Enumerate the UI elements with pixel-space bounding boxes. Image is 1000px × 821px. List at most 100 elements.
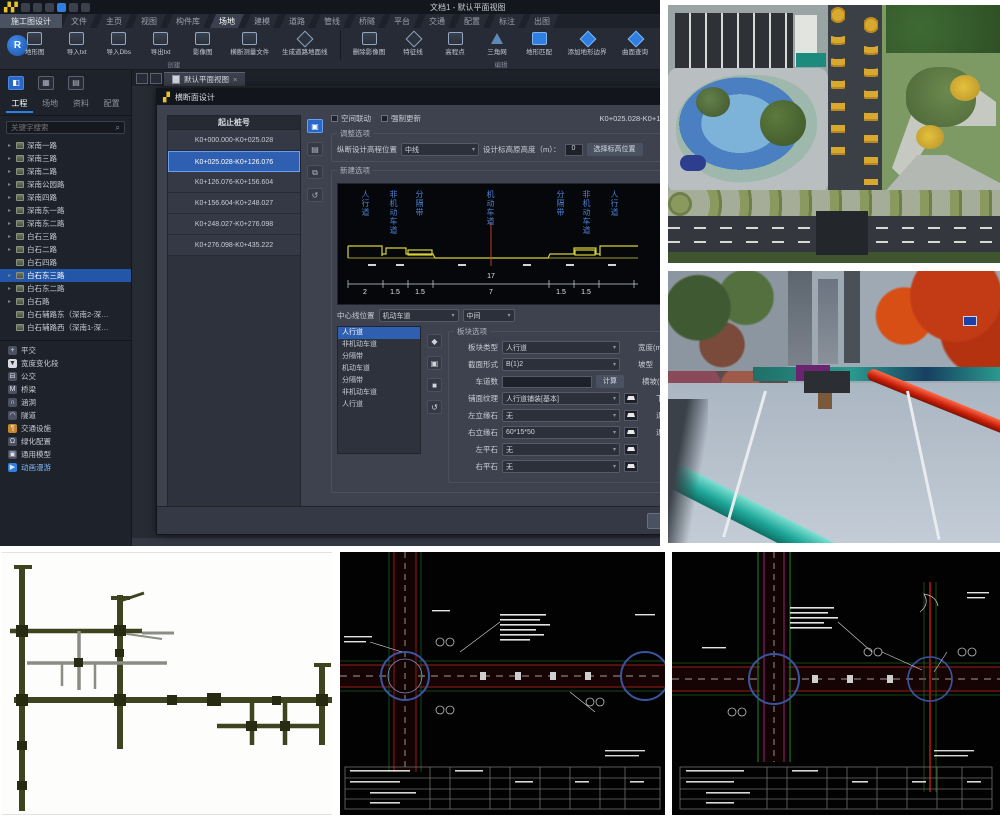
picture-icon[interactable]: ▣ (427, 356, 442, 370)
ok-button[interactable]: 确定 (647, 513, 660, 529)
ribbon-tab-traffic[interactable]: 交通 (420, 14, 454, 28)
dialog-title-bar[interactable]: ▞ 横断面设计 (157, 89, 660, 105)
design-height-input[interactable]: 0 (565, 144, 583, 156)
space-link-checkbox[interactable]: 空间联动 (331, 113, 371, 124)
redo-icon[interactable] (81, 3, 90, 12)
elevation-point-button[interactable]: 高程点 (434, 30, 476, 56)
tree-item[interactable]: ▸白石路 (0, 295, 131, 308)
tree-item[interactable]: ▸深南一路 (0, 139, 131, 152)
segment-item[interactable]: 分隔带 (338, 375, 420, 387)
tree-item[interactable]: ▸白石三路 (0, 230, 131, 243)
close-icon[interactable]: × (233, 75, 237, 84)
tree-item[interactable]: 白石辅路西（深南1-深… (0, 321, 131, 334)
tree-item[interactable]: 白石四路 (0, 256, 131, 269)
pick-height-button[interactable]: 选择标高位置 (587, 143, 643, 156)
section-form-select[interactable]: B(1)2▾ (502, 358, 620, 371)
left-curb-select[interactable]: 无▾ (502, 409, 620, 422)
table-mode-icon[interactable]: ▤ (307, 142, 323, 156)
feature-line-button[interactable]: 特征线 (392, 30, 434, 56)
cross-survey-file-button[interactable]: 横断测量文件 (224, 30, 276, 56)
generate-ground-line-button[interactable]: 生成道路地面线 (276, 30, 334, 56)
tree-item[interactable]: ▸白石东二路 (0, 282, 131, 295)
panel-layers-icon[interactable]: ▦ (38, 76, 54, 90)
tree-item[interactable]: ▸深南东一路 (0, 204, 131, 217)
ribbon-tab-output[interactable]: 出图 (525, 14, 559, 28)
panel-grid-icon[interactable]: ▤ (68, 76, 84, 90)
segment-item[interactable]: 人行道 (338, 399, 420, 411)
undo-icon[interactable] (69, 3, 78, 12)
refresh-icon[interactable]: ↺ (307, 188, 323, 202)
import-txt-button[interactable]: 导入txt (56, 30, 98, 56)
segment-item[interactable]: 非机动车道 (338, 387, 420, 399)
station-row[interactable]: K0+156.604-K0+248.027 (168, 193, 300, 214)
block-type-select[interactable]: 人行道▾ (502, 341, 620, 354)
tin-button[interactable]: 三角网 (476, 30, 518, 56)
right-curb-select[interactable]: 60*15*50▾ (502, 426, 620, 439)
module-traffic-facility[interactable]: ¶交通设施 (0, 422, 131, 435)
tree-item[interactable]: ▸深南三路 (0, 152, 131, 165)
reset-icon[interactable]: ↺ (427, 400, 442, 414)
texture-swatch[interactable] (624, 393, 638, 404)
open-icon[interactable] (33, 3, 42, 12)
add-segment-icon[interactable]: ◆ (427, 334, 442, 348)
tree-item[interactable]: 白石辅路东（深南2-深… (0, 308, 131, 321)
station-row[interactable]: K0+126.076-K0+156.604 (168, 172, 300, 193)
stone-swatch[interactable] (624, 461, 638, 472)
station-row[interactable]: K0+276.098-K0+435.222 (168, 235, 300, 256)
app-round-button[interactable]: R (0, 28, 10, 69)
cross-section-preview[interactable]: 人行道 非机动车道 分隔带 机动车道 分隔带 非机动车道 人行道 (337, 183, 660, 305)
surface-query-button[interactable]: 曲面查询 (614, 30, 656, 56)
ribbon-tab-annotation[interactable]: 标注 (490, 14, 524, 28)
ribbon-tab-platform[interactable]: 平台 (385, 14, 419, 28)
sidebar-tab-data[interactable]: 资料 (68, 96, 95, 113)
ribbon-tab-modeling[interactable]: 建模 (245, 14, 279, 28)
module-bridge[interactable]: M桥梁 (0, 383, 131, 396)
pavement-texture-select[interactable]: 人行道铺装[基本]▾ (502, 392, 620, 405)
image-map-button[interactable]: 影像图 (182, 30, 224, 56)
tree-item-selected[interactable]: ▸白石东三路 (0, 269, 131, 282)
export-txt-button[interactable]: 导出txt (140, 30, 182, 56)
module-intersection[interactable]: +平交 (0, 344, 131, 357)
module-tunnel[interactable]: ◠隧道 (0, 409, 131, 422)
import-dbs-button[interactable]: 导入Dbs (98, 30, 140, 56)
search-input[interactable] (11, 123, 116, 132)
ribbon-tab-home[interactable]: 主页 (97, 14, 131, 28)
view-tab-default-plan[interactable]: 默认平面视图 × (164, 72, 245, 86)
ribbon-tab-bridge[interactable]: 桥隧 (350, 14, 384, 28)
station-row[interactable]: K0+000.000-K0+025.028 (168, 130, 300, 151)
station-row-selected[interactable]: K0+025.028-K0+126.076 (168, 151, 300, 172)
segment-item[interactable]: 非机动车道 (338, 339, 420, 351)
delete-segment-icon[interactable]: ■ (427, 378, 442, 392)
terrain-match-button[interactable]: 地形匹配 (518, 30, 560, 56)
ribbon-tab-pipeline[interactable]: 管线 (315, 14, 349, 28)
segment-item-selected[interactable]: 人行道 (338, 327, 420, 339)
centerline-lane-select[interactable]: 机动车道▾ (379, 309, 459, 322)
module-bus[interactable]: ⊟公交 (0, 370, 131, 383)
stone-swatch[interactable] (624, 444, 638, 455)
copy-icon[interactable]: ⧉ (307, 165, 323, 179)
sidebar-tab-project[interactable]: 工程 (6, 96, 33, 113)
tree-item[interactable]: ▸深南公园路 (0, 178, 131, 191)
ribbon-tab-library[interactable]: 构件库 (167, 14, 209, 28)
segment-item[interactable]: 机动车道 (338, 363, 420, 375)
tree-item[interactable]: ▸深南二路 (0, 165, 131, 178)
add-terrain-boundary-button[interactable]: 添加地形边界 (560, 30, 614, 56)
tree-item[interactable]: ▸深南四路 (0, 191, 131, 204)
compute-button[interactable]: 计算 (596, 375, 624, 388)
curb-swatch[interactable] (624, 427, 638, 438)
ribbon-tab-file[interactable]: 文件 (62, 14, 96, 28)
sidebar-tab-config[interactable]: 配置 (98, 96, 125, 113)
centerline-side-select[interactable]: 中间▾ (463, 309, 515, 322)
list-mode-icon[interactable]: ▣ (307, 119, 323, 133)
new-icon[interactable] (45, 3, 54, 12)
ribbon-tab-view[interactable]: 视图 (132, 14, 166, 28)
segment-item[interactable]: 分隔带 (338, 351, 420, 363)
save-icon[interactable] (21, 3, 30, 12)
module-walkthrough[interactable]: ▶动画漫游 (0, 461, 131, 474)
view-icon-2[interactable] (150, 73, 162, 84)
right-flat-stone-select[interactable]: 无▾ (502, 460, 620, 473)
panel-project-icon[interactable]: ◧ (8, 76, 24, 90)
sidebar-search[interactable]: ⌕ (6, 121, 125, 134)
module-generic-model[interactable]: ▣通用模型 (0, 448, 131, 461)
station-row[interactable]: K0+248.027-K0+276.098 (168, 214, 300, 235)
